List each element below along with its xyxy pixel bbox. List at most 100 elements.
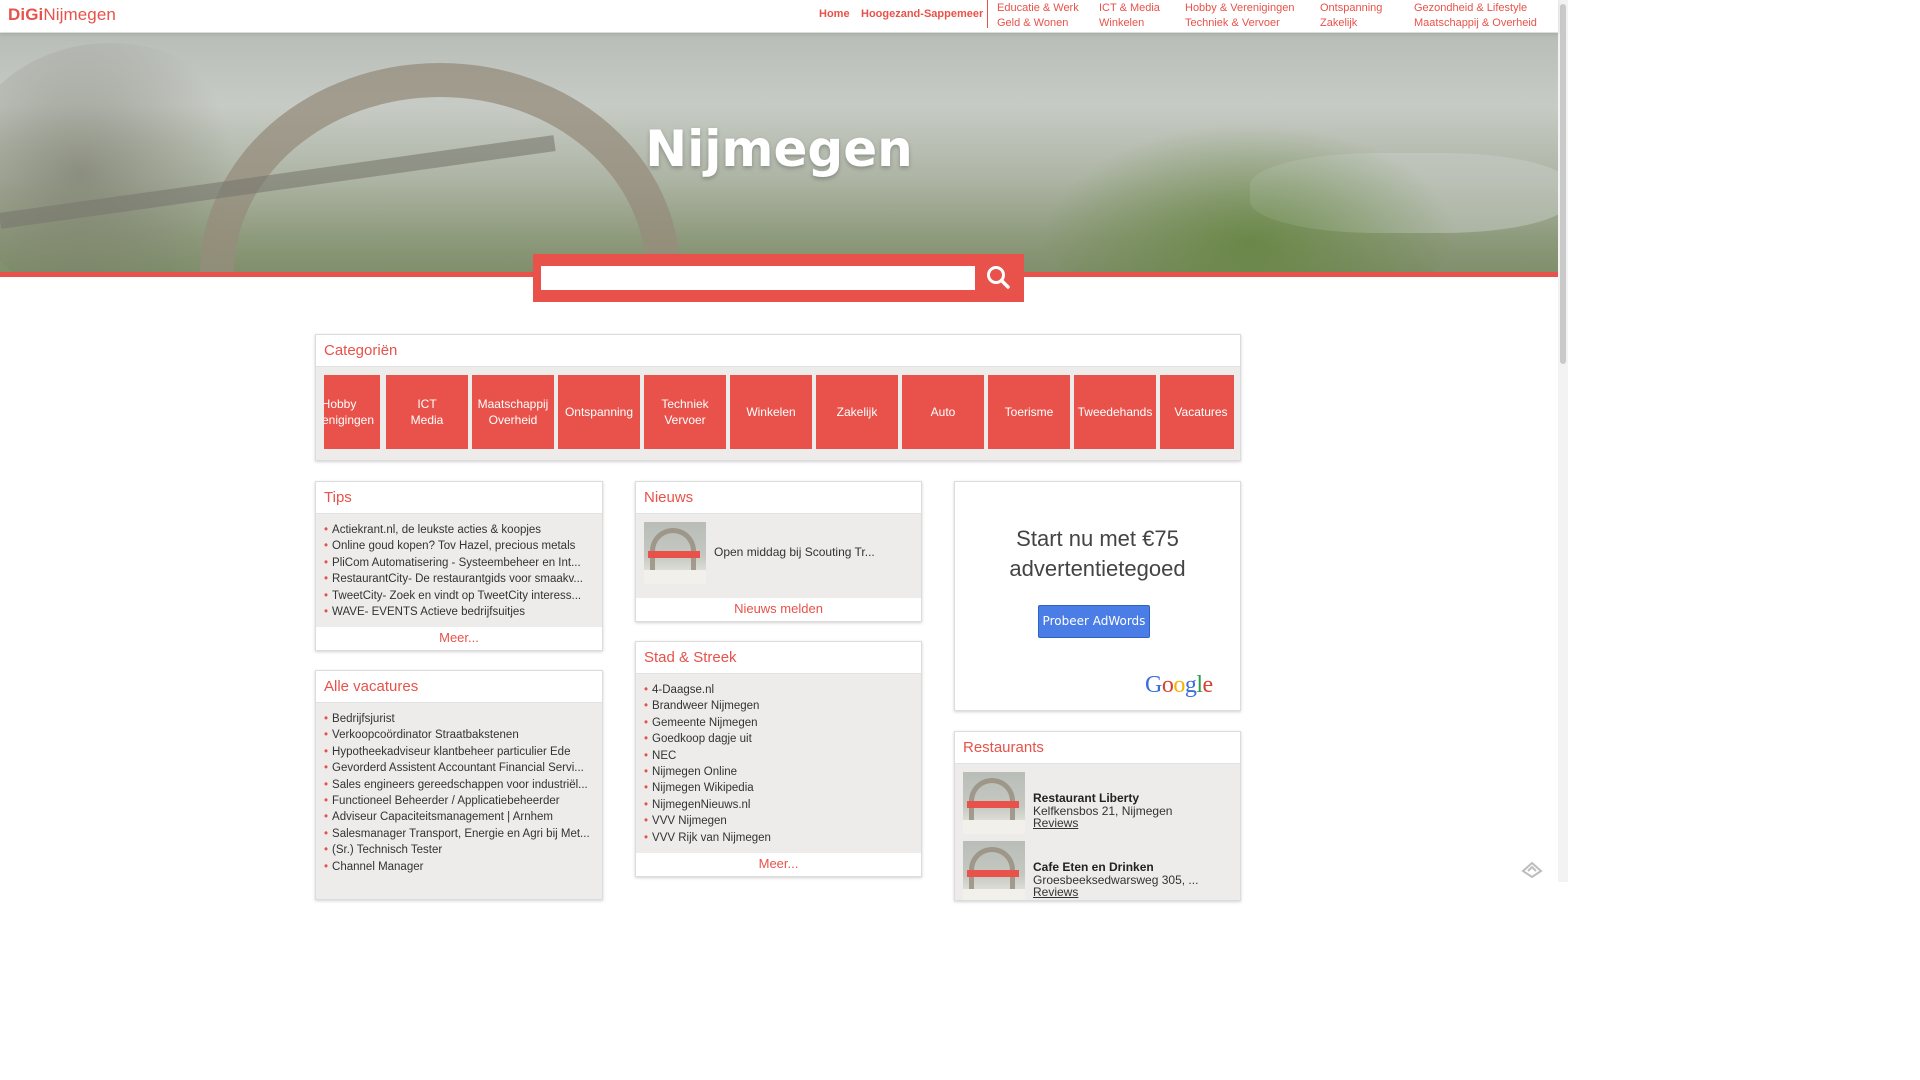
nav-divider — [987, 0, 988, 28]
adwords-panel: Start nu met €75 advertentietegoed Probe… — [954, 481, 1241, 711]
restaurants-panel: Restaurants Restaurant Liberty Kelfkensb… — [954, 731, 1241, 901]
restaurant-reviews-link[interactable]: Reviews — [1033, 816, 1078, 830]
tips-title: Tips — [316, 482, 602, 514]
list-item[interactable]: 4-Daagse.nl — [644, 682, 912, 698]
google-logo: Google — [1145, 672, 1213, 698]
nav-link-winkelen[interactable]: Winkelen — [1099, 16, 1160, 31]
category-tweedehands[interactable]: Tweedehands — [1074, 375, 1156, 449]
scrollbar-thumb[interactable] — [1560, 4, 1566, 364]
hero-banner: Nijmegen — [0, 33, 1558, 274]
list-item[interactable]: Gevorderd Assistent Accountant Financial… — [324, 760, 592, 776]
search-icon — [987, 266, 1010, 289]
category-techniek[interactable]: Techniek Vervoer — [644, 375, 726, 449]
list-item[interactable]: WAVE- EVENTS Actieve bedrijfsuitjes — [324, 604, 592, 620]
list-item[interactable]: Channel Manager — [324, 859, 592, 875]
nav-column-2: ICT & Media Winkelen — [1099, 1, 1160, 30]
category-toerisme[interactable]: Toerisme — [988, 375, 1070, 449]
category-hobby[interactable]: HobbyVerenigingen — [324, 375, 380, 449]
nieuws-report-link[interactable]: Nieuws melden — [636, 598, 921, 621]
nieuws-title: Nieuws — [636, 482, 921, 514]
restaurant-name: Restaurant Liberty — [1033, 791, 1140, 805]
nieuws-panel: Nieuws Open middag bij Scouting Tr... Ni… — [635, 481, 922, 622]
list-item[interactable]: Gemeente Nijmegen — [644, 715, 912, 731]
search-button[interactable] — [983, 262, 1015, 294]
restaurant-name: Cafe Eten en Drinken — [1033, 860, 1154, 874]
adwords-button[interactable]: Probeer AdWords — [1038, 605, 1150, 638]
list-item[interactable]: PliCom Automatisering - Systeembeheer en… — [324, 555, 592, 571]
list-item[interactable]: RestaurantCity- De restaurantgids voor s… — [324, 571, 592, 587]
category-ontspanning[interactable]: Ontspanning — [558, 375, 640, 449]
nav-home-link[interactable]: Home — [819, 8, 850, 20]
nav-link-ict[interactable]: ICT & Media — [1099, 1, 1160, 16]
restaurant-item[interactable]: Restaurant Liberty Kelfkensbos 21, Nijme… — [963, 772, 1233, 834]
nav-link-hobby[interactable]: Hobby & Verenigingen — [1185, 1, 1294, 16]
nav-column-3: Hobby & Verenigingen Techniek & Vervoer — [1185, 1, 1294, 30]
nav-link-zakelijk[interactable]: Zakelijk — [1320, 16, 1382, 31]
stad-streek-more-link[interactable]: Meer... — [636, 853, 921, 876]
list-item[interactable]: Adviseur Capaciteitsmanagement | Arnhem — [324, 809, 592, 825]
nav-column-1: Educatie & Werk Geld & Wonen — [997, 1, 1079, 30]
nav-link-ontspanning[interactable]: Ontspanning — [1320, 1, 1382, 16]
categories-carousel[interactable]: HobbyVerenigingen ICTMedia MaatschappijO… — [324, 375, 1234, 449]
category-auto[interactable]: Auto — [902, 375, 984, 449]
search-box — [533, 254, 1024, 302]
vacatures-list: Bedrijfsjurist Verkoopcoördinator Straat… — [316, 703, 602, 875]
list-item[interactable]: TweetCity- Zoek en vindt op TweetCity in… — [324, 588, 592, 604]
restaurants-title: Restaurants — [955, 732, 1240, 764]
categories-title: Categoriën — [316, 335, 1240, 367]
nav-column-4: Ontspanning Zakelijk — [1320, 1, 1382, 30]
news-item[interactable]: Open middag bij Scouting Tr... — [644, 522, 914, 584]
restaurant-reviews-link[interactable]: Reviews — [1033, 885, 1078, 899]
nav-city-link[interactable]: Hoogezand-Sappemeer — [861, 8, 983, 20]
nav-link-educatie[interactable]: Educatie & Werk — [997, 1, 1079, 16]
category-ict[interactable]: ICT Media — [386, 375, 468, 449]
list-item[interactable]: Goedkoop dagje uit — [644, 731, 912, 747]
stad-streek-title: Stad & Streek — [636, 642, 921, 674]
nav-link-techniek[interactable]: Techniek & Vervoer — [1185, 16, 1294, 31]
tips-more-link[interactable]: Meer... — [316, 627, 602, 650]
category-maatschappij[interactable]: Maatschappij Overheid — [472, 375, 554, 449]
list-item[interactable]: Brandweer Nijmegen — [644, 698, 912, 714]
page-scrollbar[interactable] — [1558, 0, 1568, 882]
hero-title: Nijmegen — [645, 120, 913, 178]
categories-panel: Categoriën HobbyVerenigingen ICTMedia Ma… — [315, 334, 1241, 461]
nav-column-5: Gezondheid & Lifestyle Maatschappij & Ov… — [1414, 1, 1537, 30]
restaurant-thumbnail — [963, 772, 1025, 834]
restaurant-item[interactable]: Cafe Eten en Drinken Groesbeeksedwarsweg… — [963, 841, 1233, 900]
news-thumbnail — [644, 522, 706, 584]
site-logo[interactable]: DiGiNijmegen — [8, 5, 116, 25]
list-item[interactable]: Sales engineers gereedschappen voor indu… — [324, 777, 592, 793]
category-vacatures[interactable]: Vacatures — [1160, 375, 1234, 449]
nav-link-gezondheid[interactable]: Gezondheid & Lifestyle — [1414, 1, 1537, 16]
ad-headline: Start nu met €75 advertentietegoed — [1009, 526, 1186, 581]
tips-panel: Tips Actiekrant.nl, de leukste acties & … — [315, 481, 603, 651]
search-input[interactable] — [541, 266, 975, 290]
nav-link-geld[interactable]: Geld & Wonen — [997, 16, 1079, 31]
list-item[interactable]: Nijmegen Wikipedia — [644, 780, 912, 796]
restaurant-thumbnail — [963, 841, 1025, 900]
tips-list: Actiekrant.nl, de leukste acties & koopj… — [316, 514, 602, 620]
list-item[interactable]: VVV Nijmegen — [644, 813, 912, 829]
list-item[interactable]: VVV Rijk van Nijmegen — [644, 830, 912, 846]
category-zakelijk[interactable]: Zakelijk — [816, 375, 898, 449]
list-item[interactable]: Actiekrant.nl, de leukste acties & koopj… — [324, 522, 592, 538]
top-navigation: DiGiNijmegen Home Hoogezand-Sappemeer Ed… — [0, 0, 1558, 33]
list-item[interactable]: Nijmegen Online — [644, 764, 912, 780]
list-item[interactable]: (Sr.) Technisch Tester — [324, 842, 592, 858]
list-item[interactable]: Hypotheekadviseur klantbeheer particulie… — [324, 744, 592, 760]
category-winkelen[interactable]: Winkelen — [730, 375, 812, 449]
nav-link-maatschappij[interactable]: Maatschappij & Overheid — [1414, 16, 1537, 31]
list-item[interactable]: Bedrijfsjurist — [324, 711, 592, 727]
list-item[interactable]: Online goud kopen? Tov Hazel, precious m… — [324, 538, 592, 554]
list-item[interactable]: Salesmanager Transport, Energie en Agri … — [324, 826, 592, 842]
list-item[interactable]: Functioneel Beheerder / Applicatiebeheer… — [324, 793, 592, 809]
stad-streek-list: 4-Daagse.nl Brandweer Nijmegen Gemeente … — [636, 674, 921, 846]
news-headline: Open middag bij Scouting Tr... — [714, 545, 875, 559]
vacatures-title: Alle vacatures — [316, 671, 602, 703]
list-item[interactable]: Verkoopcoördinator Straatbakstenen — [324, 727, 592, 743]
stad-streek-panel: Stad & Streek 4-Daagse.nl Brandweer Nijm… — [635, 641, 922, 877]
list-item[interactable]: NEC — [644, 748, 912, 764]
vacatures-panel: Alle vacatures Bedrijfsjurist Verkoopcoö… — [315, 670, 603, 900]
list-item[interactable]: NijmegenNieuws.nl — [644, 797, 912, 813]
scroll-to-top-icon[interactable] — [1521, 860, 1543, 878]
